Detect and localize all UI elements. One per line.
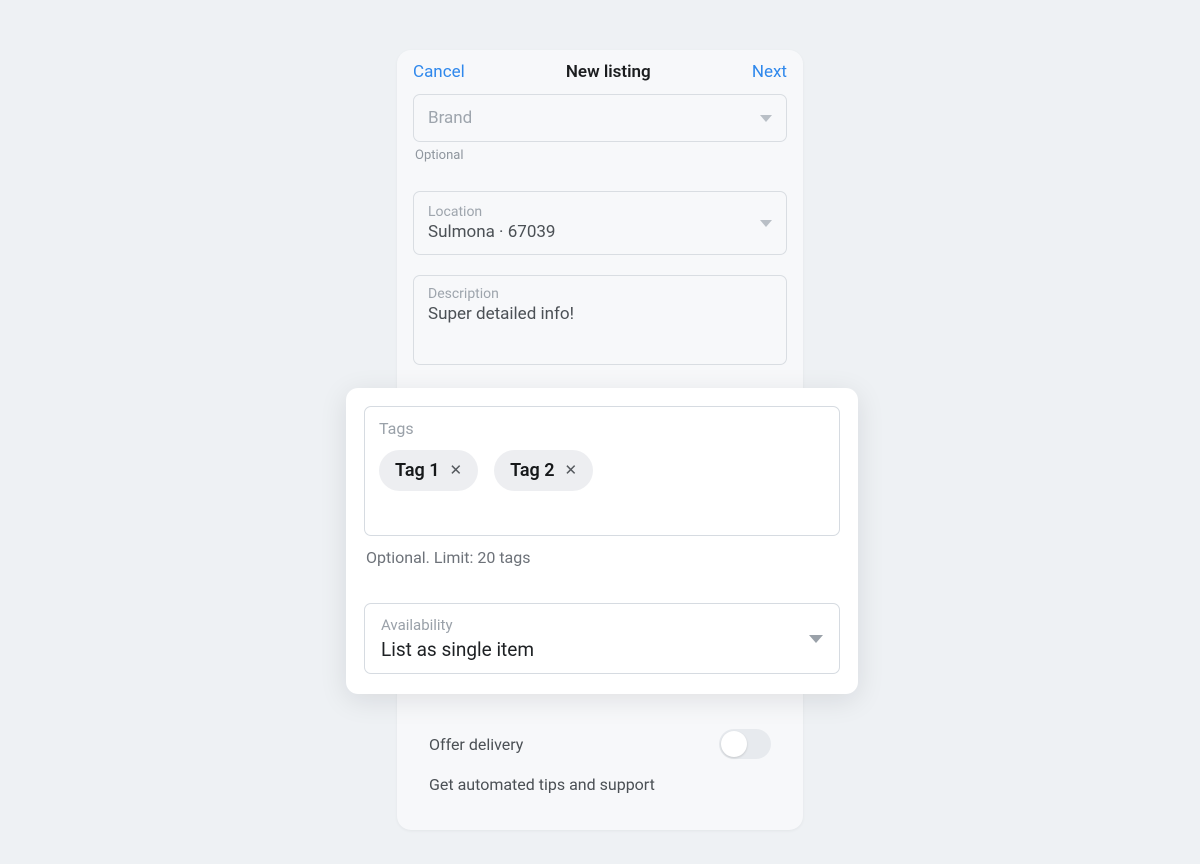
tags-chip-list: Tag 1 ✕ Tag 2 ✕ <box>379 450 825 491</box>
brand-placeholder: Brand <box>428 108 472 128</box>
brand-select[interactable]: Brand <box>413 94 787 142</box>
tag-chip[interactable]: Tag 1 ✕ <box>379 450 478 491</box>
tags-helper-text: Optional. Limit: 20 tags <box>366 548 840 567</box>
availability-value: List as single item <box>381 638 534 661</box>
auto-tips-row: Get automated tips and support <box>413 771 787 806</box>
cancel-button[interactable]: Cancel <box>413 62 465 82</box>
tags-field[interactable]: Tags Tag 1 ✕ Tag 2 ✕ <box>364 406 840 536</box>
auto-tips-label: Get automated tips and support <box>429 775 655 794</box>
chevron-down-icon <box>760 115 772 122</box>
page-title: New listing <box>566 62 651 82</box>
availability-select[interactable]: Availability List as single item <box>364 603 840 674</box>
header-bar: Cancel New listing Next <box>397 50 803 94</box>
description-value: Super detailed info! <box>428 304 772 324</box>
offer-delivery-row: Offer delivery <box>413 717 787 771</box>
toggle-knob <box>721 731 747 757</box>
offer-delivery-toggle[interactable] <box>719 729 771 759</box>
tag-chip[interactable]: Tag 2 ✕ <box>494 450 593 491</box>
remove-tag-icon[interactable]: ✕ <box>565 463 578 478</box>
chevron-down-icon <box>809 635 823 643</box>
offer-delivery-label: Offer delivery <box>429 735 523 754</box>
tags-availability-overlay: Tags Tag 1 ✕ Tag 2 ✕ Optional. Limit: 20… <box>346 388 858 694</box>
tags-label: Tags <box>379 419 825 438</box>
description-label: Description <box>428 286 772 302</box>
tag-chip-label: Tag 2 <box>510 460 554 481</box>
location-label: Location <box>428 204 555 220</box>
remove-tag-icon[interactable]: ✕ <box>449 463 462 478</box>
description-field[interactable]: Description Super detailed info! <box>413 275 787 365</box>
chevron-down-icon <box>760 220 772 227</box>
tag-chip-label: Tag 1 <box>395 460 439 481</box>
next-button[interactable]: Next <box>752 62 787 82</box>
brand-helper-text: Optional <box>415 148 787 163</box>
location-select[interactable]: Location Sulmona · 67039 <box>413 191 787 255</box>
location-value: Sulmona · 67039 <box>428 222 555 242</box>
availability-label: Availability <box>381 616 534 634</box>
